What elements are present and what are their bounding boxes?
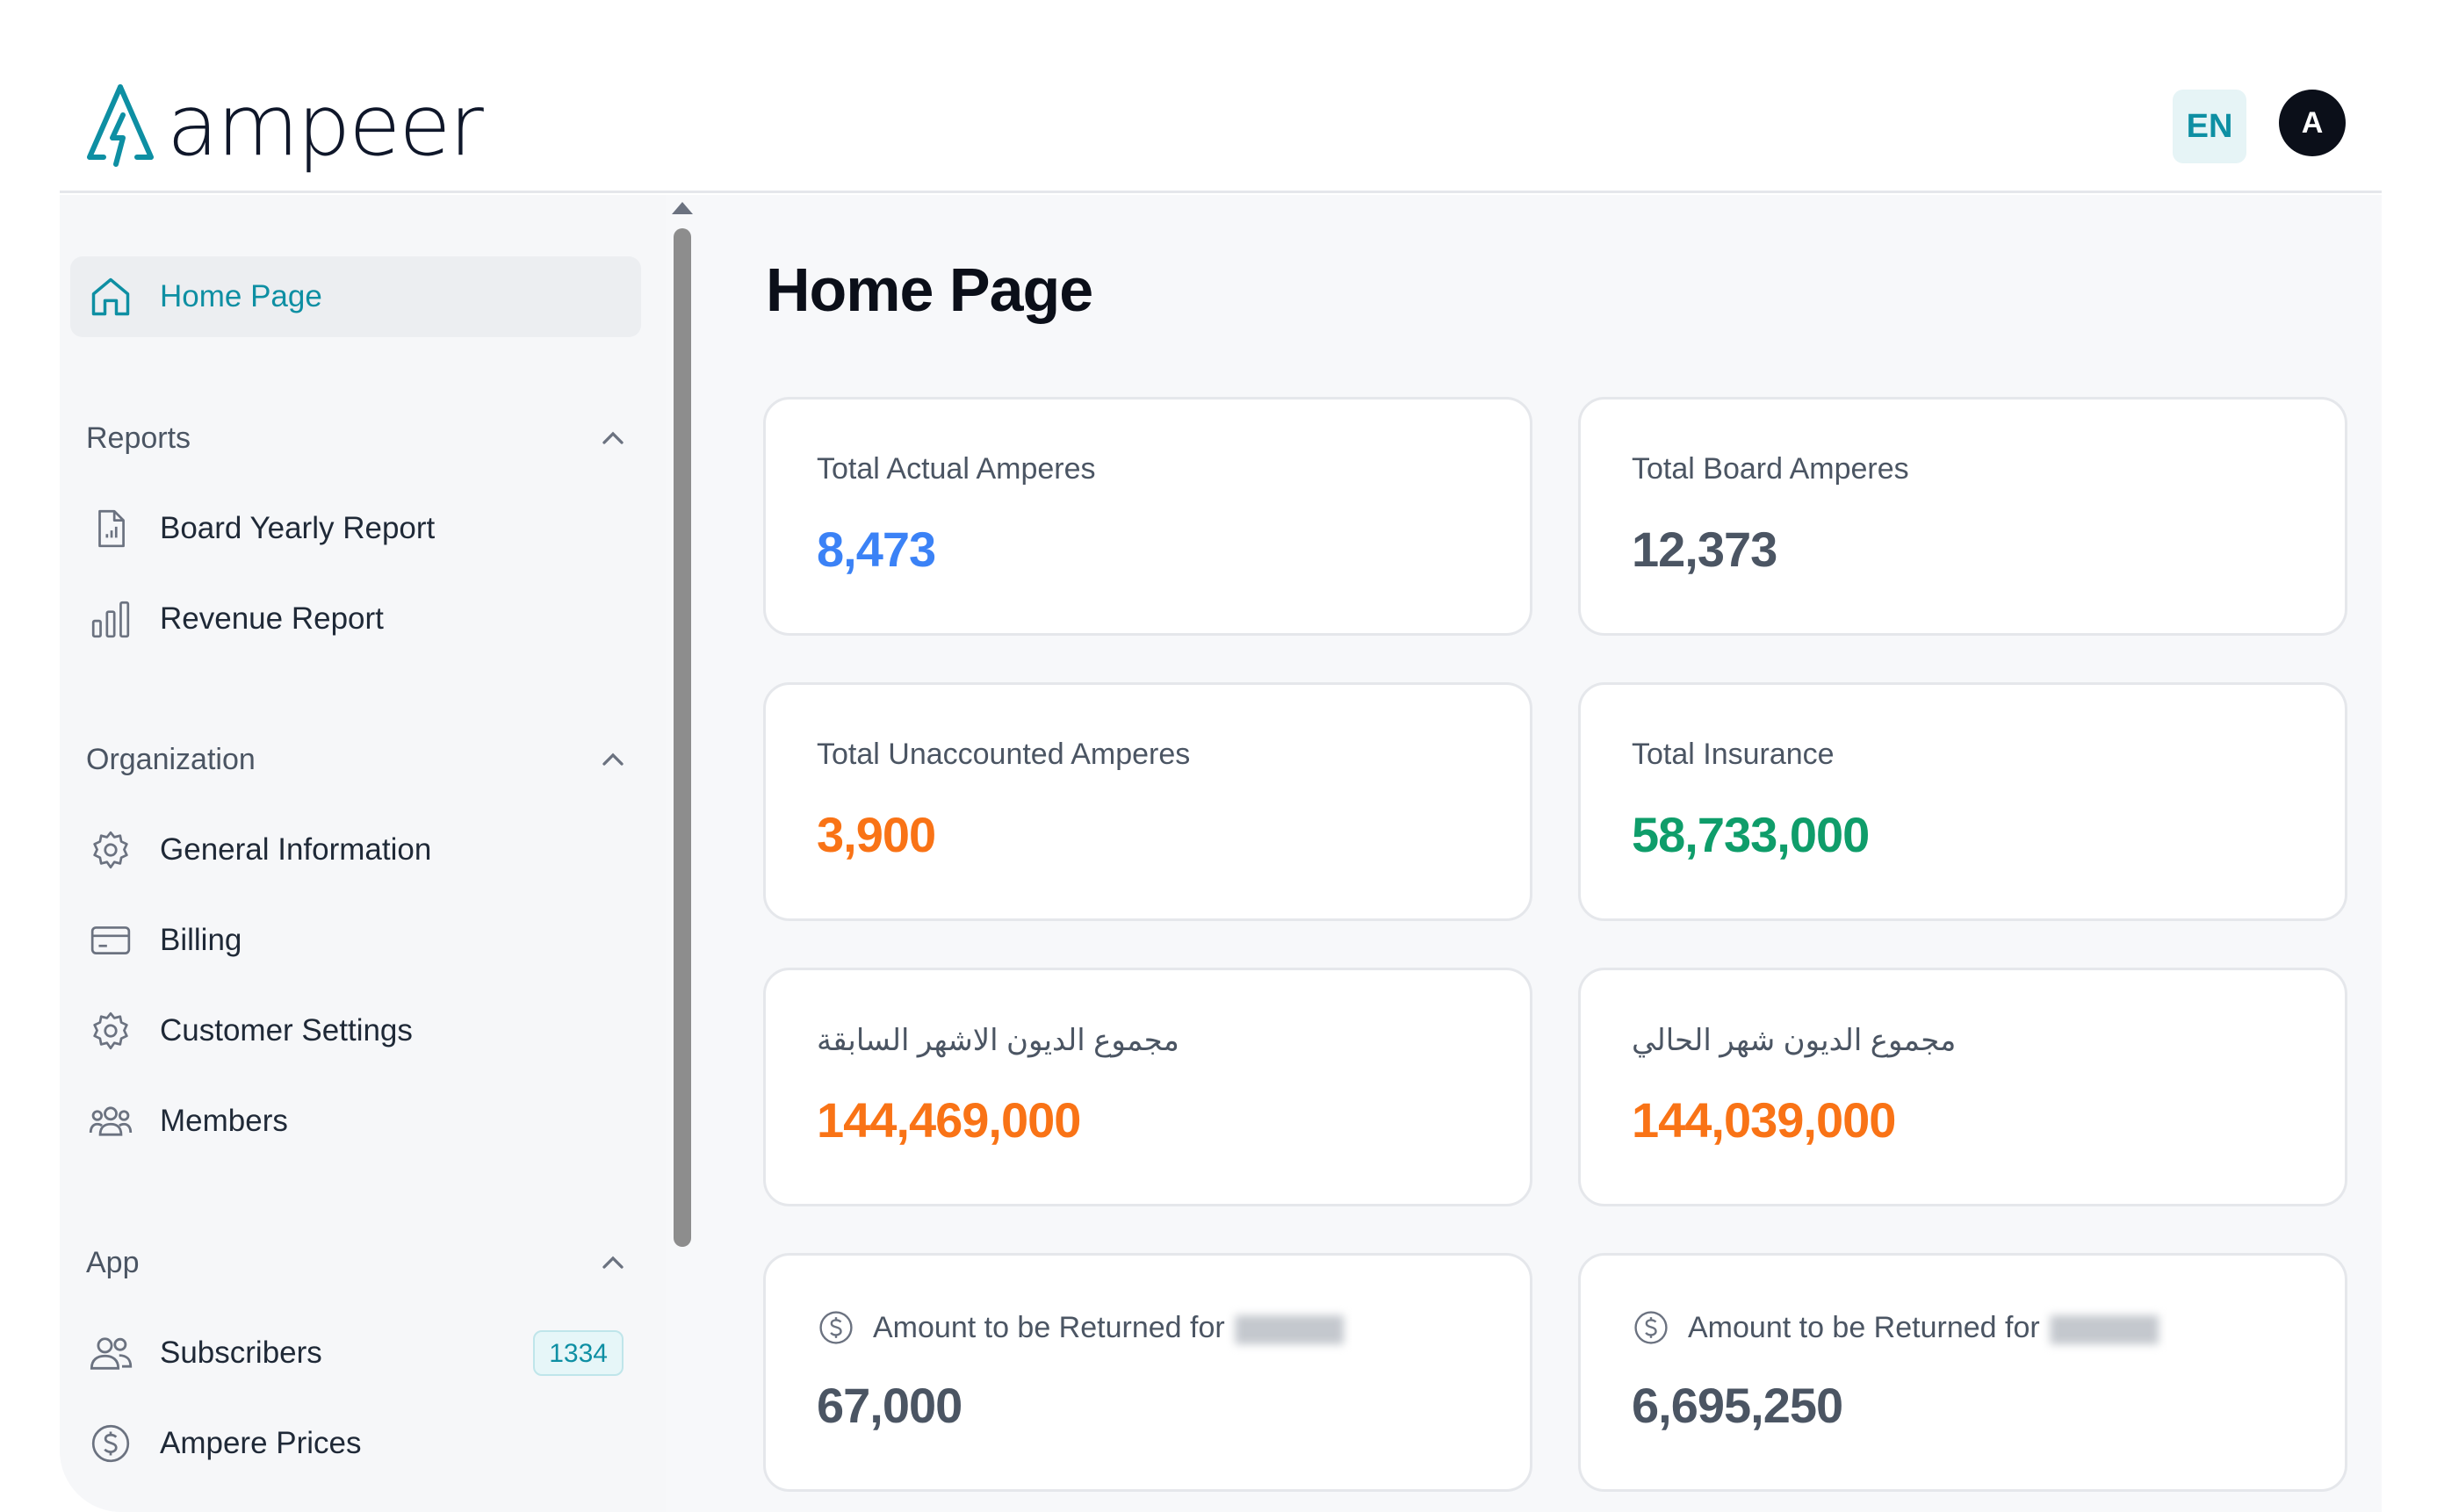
stat-card-total-actual-amperes: Total Actual Amperes 8,473 — [763, 397, 1532, 636]
chevron-up-icon — [602, 752, 624, 766]
app-frame: ampeer EN A Home Page Reports Board Year… — [0, 0, 2444, 1512]
card-label-row: Amount to be Returned for ▇▇▇▇▇ — [817, 1308, 1344, 1347]
sidebar-item-members[interactable]: Members — [70, 1086, 641, 1156]
section-title: App — [86, 1245, 140, 1279]
sidebar-item-customer-settings[interactable]: Customer Settings — [70, 996, 641, 1066]
sidebar-item-ampere-prices[interactable]: Ampere Prices — [70, 1408, 641, 1479]
sidebar-item-board-yearly-report[interactable]: Board Yearly Report — [70, 493, 641, 564]
card-label: مجموع الديون الاشهر السابقة — [817, 1024, 1179, 1057]
chevron-up-icon — [602, 1256, 624, 1269]
card-label: Amount to be Returned for — [873, 1310, 1225, 1344]
lightning-logo-icon — [87, 84, 154, 167]
page-title: Home Page — [766, 256, 1093, 324]
stat-card-amount-returned-2: Amount to be Returned for ▇▇▇▇▇ 6,695,25… — [1578, 1253, 2347, 1492]
card-value: 67,000 — [817, 1378, 962, 1433]
redacted-name: ▇▇▇▇▇ — [2050, 1312, 2159, 1343]
section-app-header[interactable]: App — [86, 1236, 631, 1289]
bar-chart-icon — [86, 594, 135, 644]
top-header: ampeer EN A — [60, 35, 2382, 193]
sidebar-item-label: Members — [160, 1104, 288, 1138]
ampeer-logo[interactable]: ampeer — [84, 76, 484, 175]
sidebar-item-subscribers[interactable]: Subscribers 1334 — [70, 1318, 641, 1388]
card-label-row: Amount to be Returned for ▇▇▇▇▇ — [1632, 1308, 2159, 1347]
dollar-icon — [819, 1311, 853, 1344]
sidebar-item-label: Ampere Prices — [160, 1426, 362, 1460]
dollar-icon — [86, 1419, 135, 1468]
section-organization-header[interactable]: Organization — [86, 733, 631, 786]
sidebar-item-billing[interactable]: Billing — [70, 905, 641, 976]
stat-card-current-month-debts: مجموع الديون شهر الحالي 144,039,000 — [1578, 968, 2347, 1206]
users-icon — [86, 1328, 135, 1378]
stat-card-total-board-amperes: Total Board Amperes 12,373 — [1578, 397, 2347, 636]
card-value: 12,373 — [1632, 522, 1777, 577]
dollar-icon — [1634, 1311, 1668, 1344]
sidebar-item-label: Customer Settings — [160, 1013, 413, 1048]
card-label: Amount to be Returned for — [1688, 1310, 2040, 1344]
chevron-up-icon — [602, 431, 624, 444]
users-group-icon — [86, 1097, 135, 1146]
card-label: Total Unaccounted Amperes — [817, 738, 1191, 771]
section-title: Organization — [86, 742, 256, 776]
card-value: 144,469,000 — [817, 1092, 1081, 1148]
card-value: 144,039,000 — [1632, 1092, 1896, 1148]
sidebar-item-home[interactable]: Home Page — [70, 256, 641, 337]
sidebar-item-general-information[interactable]: General Information — [70, 815, 641, 885]
gear-icon — [86, 1006, 135, 1055]
scrollbar-thumb[interactable] — [674, 228, 691, 1247]
scroll-up-arrow-icon[interactable] — [672, 202, 693, 214]
report-file-icon — [86, 504, 135, 553]
sidebar-item-label: Board Yearly Report — [160, 511, 436, 545]
card-label: Total Actual Amperes — [817, 452, 1096, 486]
section-reports-header[interactable]: Reports — [86, 412, 631, 464]
gear-icon — [86, 825, 135, 875]
card-value: 8,473 — [817, 522, 936, 577]
stat-card-total-unaccounted-amperes: Total Unaccounted Amperes 3,900 — [763, 682, 1532, 921]
subscribers-count-badge: 1334 — [533, 1330, 624, 1376]
credit-card-icon — [86, 916, 135, 965]
card-value: 3,900 — [817, 807, 936, 862]
card-value: 58,733,000 — [1632, 807, 1870, 862]
card-label: Total Insurance — [1632, 738, 1835, 771]
redacted-name: ▇▇▇▇▇ — [1235, 1312, 1344, 1343]
sidebar-item-label: Revenue Report — [160, 601, 384, 636]
stat-card-previous-months-debts: مجموع الديون الاشهر السابقة 144,469,000 — [763, 968, 1532, 1206]
card-label: Total Board Amperes — [1632, 452, 1909, 486]
stat-card-amount-returned-1: Amount to be Returned for ▇▇▇▇▇ 67,000 — [763, 1253, 1532, 1492]
card-value: 6,695,250 — [1632, 1378, 1843, 1433]
section-title: Reports — [86, 421, 191, 455]
card-label: مجموع الديون شهر الحالي — [1632, 1024, 1957, 1057]
logo-text: ampeer — [167, 76, 484, 175]
sidebar: Home Page Reports Board Yearly Report Re… — [60, 195, 666, 1512]
sidebar-item-label: General Information — [160, 832, 432, 867]
sidebar-item-label: Home Page — [160, 279, 322, 313]
sidebar-item-label: Subscribers — [160, 1336, 322, 1370]
user-avatar[interactable]: A — [2279, 90, 2346, 156]
stat-card-total-insurance: Total Insurance 58,733,000 — [1578, 682, 2347, 921]
language-button[interactable]: EN — [2173, 90, 2246, 163]
sidebar-item-label: Billing — [160, 923, 242, 957]
sidebar-item-revenue-report[interactable]: Revenue Report — [70, 584, 641, 654]
home-icon — [86, 272, 135, 321]
